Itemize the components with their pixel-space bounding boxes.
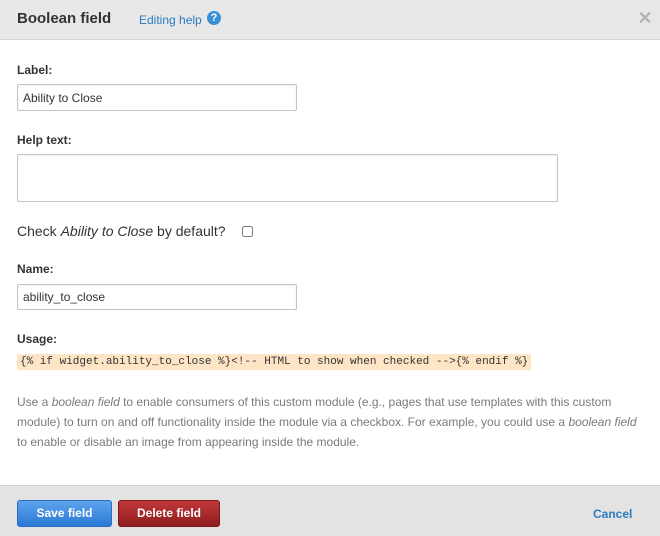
field-description: Use a boolean field to enable consumers … (17, 392, 647, 452)
dialog-title: Boolean field (17, 10, 112, 27)
description-text: to enable or disable an image from appea… (17, 435, 360, 449)
usage-code-snippet: {% if widget.ability_to_close %}<!-- HTM… (17, 354, 532, 370)
name-input[interactable] (17, 284, 297, 310)
label-input[interactable] (17, 84, 297, 111)
default-checked-checkbox[interactable] (242, 226, 253, 237)
usage-heading: Usage: (17, 332, 58, 346)
description-text: Use a (17, 395, 52, 409)
check-field-name: Ability to Close (60, 223, 154, 239)
delete-field-button[interactable]: Delete field (118, 500, 220, 527)
check-prefix-text: Check (17, 223, 61, 239)
help-text-heading: Help text: (17, 133, 72, 147)
dialog-header: Boolean field Editing help ? ✕ (0, 0, 660, 40)
description-emphasis: boolean field (51, 395, 120, 409)
label-field-heading: Label: (17, 63, 53, 77)
help-question-icon[interactable]: ? (207, 11, 221, 25)
save-field-button[interactable]: Save field (17, 500, 112, 527)
help-text-input[interactable] (17, 154, 558, 202)
default-check-label: Check Ability to Close by default? (17, 223, 226, 239)
dialog-footer: Save field Delete field Cancel (0, 485, 660, 536)
editing-help-link[interactable]: Editing help (139, 13, 202, 27)
cancel-link[interactable]: Cancel (593, 507, 632, 521)
close-icon[interactable]: ✕ (637, 9, 653, 27)
name-field-heading: Name: (17, 262, 54, 276)
check-suffix-text: by default? (153, 223, 226, 239)
description-emphasis: boolean field (568, 415, 637, 429)
